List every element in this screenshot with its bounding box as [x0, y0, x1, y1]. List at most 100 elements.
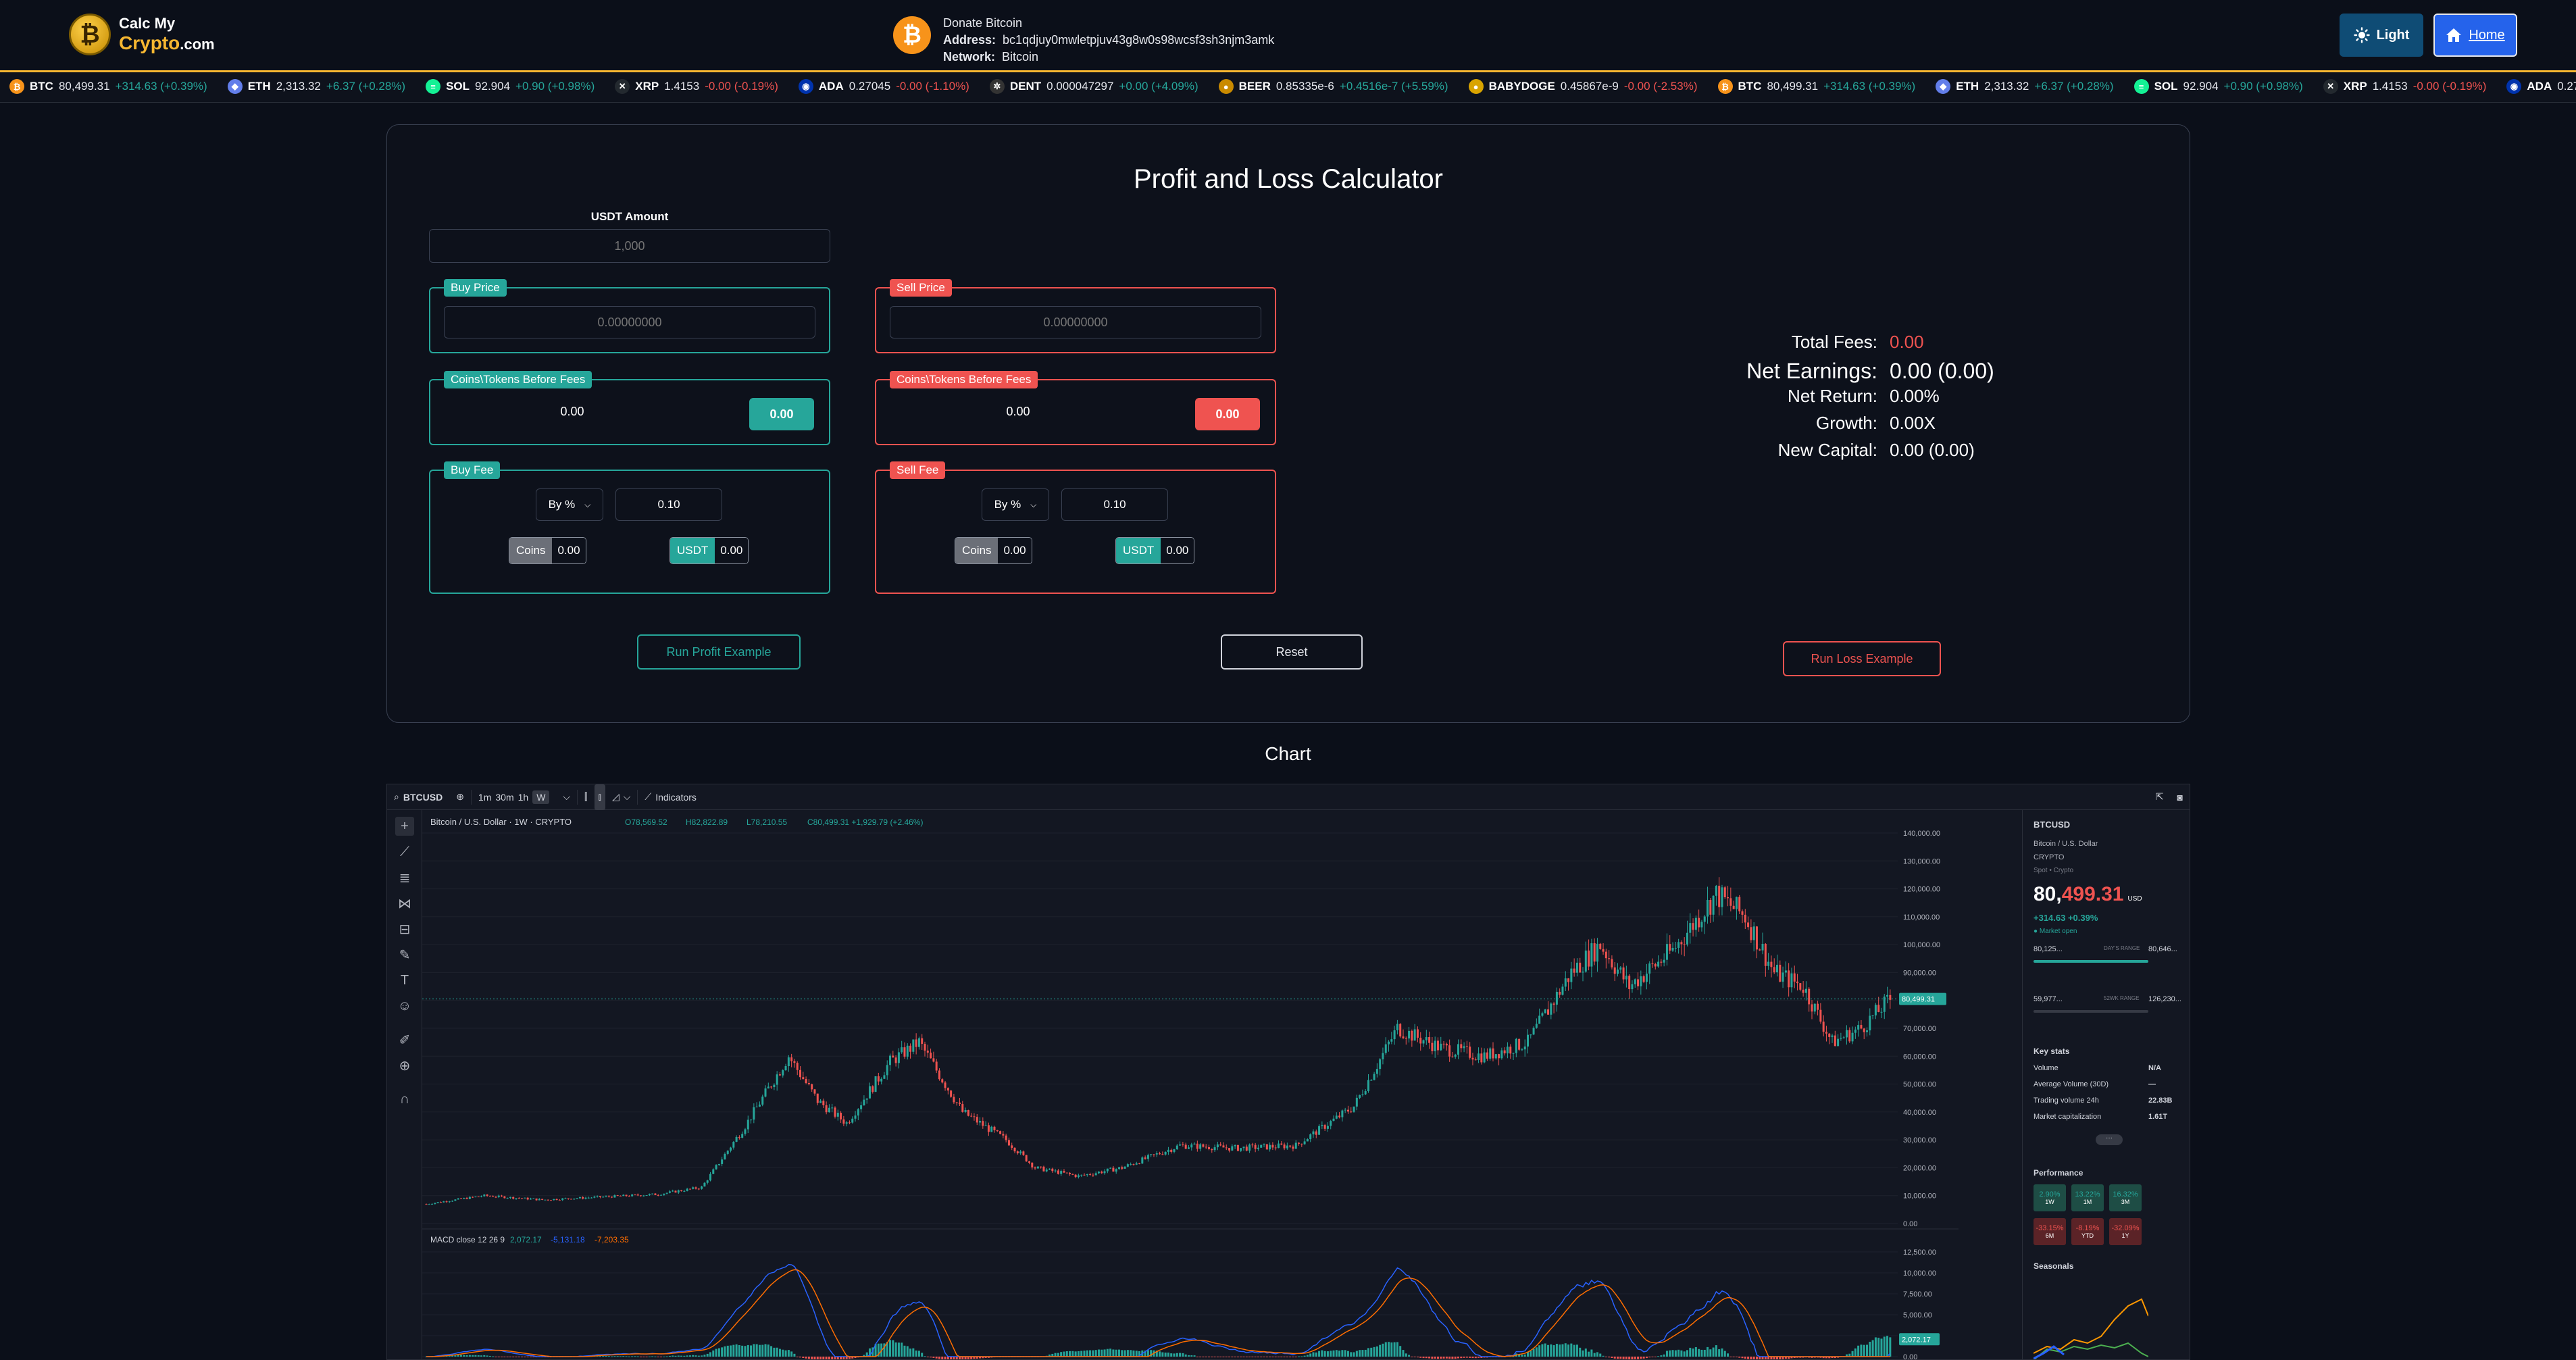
- interval-dropdown[interactable]: ⌵: [556, 784, 577, 810]
- macd-bar: [906, 1346, 909, 1357]
- run-loss-example-button[interactable]: Run Loss Example: [1783, 641, 1941, 676]
- macd-bar: [726, 1345, 729, 1357]
- zoom-icon[interactable]: ⊕: [395, 1056, 414, 1075]
- ticker-item-eth[interactable]: ◆ ETH 2,313.32 +6.37 (+0.28%): [227, 79, 405, 94]
- macd-bar: [1182, 1353, 1184, 1357]
- candle-body: [1022, 1151, 1025, 1155]
- ticker-item-btc[interactable]: ₿ BTC 80,499.31 +314.63 (+0.39%): [1717, 79, 1916, 94]
- interval-1m[interactable]: 1m: [478, 792, 491, 803]
- buy-coins-value: 0.00: [560, 405, 584, 418]
- candle-body: [1019, 1151, 1022, 1154]
- tradingview-widget: ⌕ BTCUSD ⊕ 1m 30m 1h W ⌵ ⫿ ⫾ ◿ ⌵ ⟋ Indicators …: [386, 784, 2190, 1360]
- donate-network: Bitcoin: [1002, 50, 1039, 64]
- macd-bar: [1335, 1350, 1338, 1357]
- run-profit-example-button[interactable]: Run Profit Example: [637, 634, 801, 670]
- candle-body: [935, 1061, 938, 1071]
- snapshot-button[interactable]: ◙: [2171, 784, 2190, 810]
- candle-body: [1013, 1147, 1016, 1152]
- macd-bar: [755, 1344, 758, 1357]
- sell-fee-input[interactable]: [1061, 488, 1168, 521]
- candle-body: [851, 1118, 854, 1123]
- interval-30m[interactable]: 30m: [495, 792, 513, 803]
- macd-legend-v1: 2,072.17: [510, 1235, 542, 1244]
- ticker-symbol: BEER: [1238, 80, 1271, 93]
- candle-body: [668, 1191, 671, 1193]
- chart-type-button[interactable]: ◿ ⌵: [605, 784, 637, 810]
- sell-fee-usdt-value: 0.00: [1161, 538, 1194, 563]
- macd-bar: [483, 1355, 486, 1357]
- ticker-item-xrp[interactable]: ✕ XRP 1.4153 -0.00 (-0.19%): [2323, 79, 2486, 94]
- candle-body: [1364, 1091, 1367, 1094]
- usdt-amount-input[interactable]: [429, 229, 830, 263]
- seasonals-chart: [2034, 1298, 2148, 1359]
- ticker-item-sol[interactable]: ≡ SOL 92.904 +0.90 (+0.98%): [426, 79, 595, 94]
- price-tick-label: 110,000.00: [1903, 913, 1940, 922]
- ticker-change: +314.63 (+0.39%): [115, 80, 207, 93]
- bitcoin-logo-icon: ₿: [69, 14, 111, 55]
- brush-icon[interactable]: ✎: [395, 945, 414, 964]
- ticker-item-btc[interactable]: ₿ BTC 80,499.31 +314.63 (+0.39%): [9, 79, 207, 94]
- chart-canvas[interactable]: 0.00 10,000.00 20,000.00 30,000.00 40,000.00…: [422, 810, 1959, 1359]
- sell-coins-button[interactable]: 0.00: [1195, 398, 1260, 430]
- candle-body: [1234, 1144, 1236, 1147]
- candle-body: [1837, 1038, 1840, 1047]
- candle-body: [468, 1197, 471, 1199]
- symbol-search[interactable]: ⌕ BTCUSD: [387, 784, 449, 810]
- sell-price-input[interactable]: [890, 306, 1261, 338]
- emoji-icon[interactable]: ☺: [395, 997, 414, 1015]
- ticker-item-ada[interactable]: ◉ ADA 0.27: [2506, 79, 2576, 94]
- indicators-button[interactable]: ⟋ Indicators: [638, 784, 703, 810]
- ruler-icon[interactable]: ✐: [395, 1030, 414, 1049]
- candle-style-button[interactable]: ⫾: [594, 784, 605, 810]
- ticker-symbol: ETH: [1956, 80, 1979, 93]
- donate-address[interactable]: bc1qdjuy0mwletpjuv43g8w0s98wcsf3sh3njm3a…: [1003, 33, 1274, 47]
- price-chart[interactable]: 0.00 10,000.00 20,000.00 30,000.00 40,000.00…: [422, 810, 2022, 1360]
- ticker-price: 92.904: [2183, 80, 2219, 93]
- reset-button[interactable]: Reset: [1221, 634, 1363, 670]
- sell-fee-mode-select[interactable]: By % ⌵: [982, 488, 1049, 521]
- ticker-item-babydoge[interactable]: ● BABYDOGE 0.45867e-9 -0.00 (-2.53%): [1468, 79, 1698, 94]
- buy-coins-button[interactable]: 0.00: [749, 398, 814, 430]
- ticker-item-xrp[interactable]: ✕ XRP 1.4153 -0.00 (-0.19%): [615, 79, 778, 94]
- candle-body: [1796, 981, 1799, 984]
- macd-bar: [477, 1355, 480, 1357]
- bar-style-button[interactable]: ⫿: [578, 784, 594, 810]
- candle-body: [1761, 944, 1764, 951]
- open-external-button[interactable]: ⇱: [2149, 784, 2171, 810]
- ticker-item-ada[interactable]: ◉ ADA 0.27045 -0.00 (-1.10%): [798, 79, 969, 94]
- fib-icon[interactable]: ≣: [395, 868, 414, 887]
- candle-body: [1686, 932, 1688, 945]
- pattern-icon[interactable]: ⋈: [395, 894, 414, 913]
- macd-bar: [1584, 1349, 1587, 1357]
- more-stats-button[interactable]: ···: [2096, 1134, 2123, 1145]
- macd-bar: [1089, 1350, 1092, 1357]
- interval-1h[interactable]: 1h: [518, 792, 529, 803]
- home-button[interactable]: Home: [2433, 14, 2517, 57]
- theme-toggle-button[interactable]: Light: [2340, 14, 2423, 57]
- compare-button[interactable]: ⊕: [449, 784, 471, 810]
- buy-fee-input[interactable]: [615, 488, 722, 521]
- trend-line-icon[interactable]: ⟋: [395, 842, 414, 861]
- btc-icon: ₿: [1717, 79, 1733, 94]
- ticker-item-eth[interactable]: ◆ ETH 2,313.32 +6.37 (+0.28%): [1936, 79, 2114, 94]
- candle-body: [1802, 989, 1804, 993]
- text-icon[interactable]: T: [395, 971, 414, 990]
- macd-bar: [1173, 1353, 1176, 1357]
- interval-W[interactable]: W: [532, 790, 550, 804]
- site-logo[interactable]: ₿ Calc My Crypto.com: [69, 14, 215, 55]
- buy-price-input[interactable]: [444, 306, 815, 338]
- magnet-icon[interactable]: ∩: [395, 1090, 414, 1109]
- position-icon[interactable]: ⊟: [395, 920, 414, 938]
- chart-legend-title: Bitcoin / U.S. Dollar · 1W · CRYPTO: [430, 817, 572, 827]
- ticker-item-beer[interactable]: ● BEER 0.85335e-6 +0.4516e-7 (+5.59%): [1218, 79, 1448, 94]
- candle-body: [1080, 1174, 1083, 1176]
- crosshair-icon[interactable]: +: [395, 817, 414, 836]
- wk-range-bar: [2034, 1010, 2148, 1013]
- ticker-item-sol[interactable]: ≡ SOL 92.904 +0.90 (+0.98%): [2133, 79, 2303, 94]
- candle-body: [1813, 1003, 1816, 1012]
- ticker-item-dent[interactable]: ✲ DENT 0.000047297 +0.00 (+4.09%): [989, 79, 1198, 94]
- ticker-change: +314.63 (+0.39%): [1823, 80, 1916, 93]
- buy-fee-mode-select[interactable]: By % ⌵: [536, 488, 603, 521]
- seasonals-heading: Seasonals: [2034, 1261, 2074, 1271]
- macd-bar: [750, 1345, 753, 1357]
